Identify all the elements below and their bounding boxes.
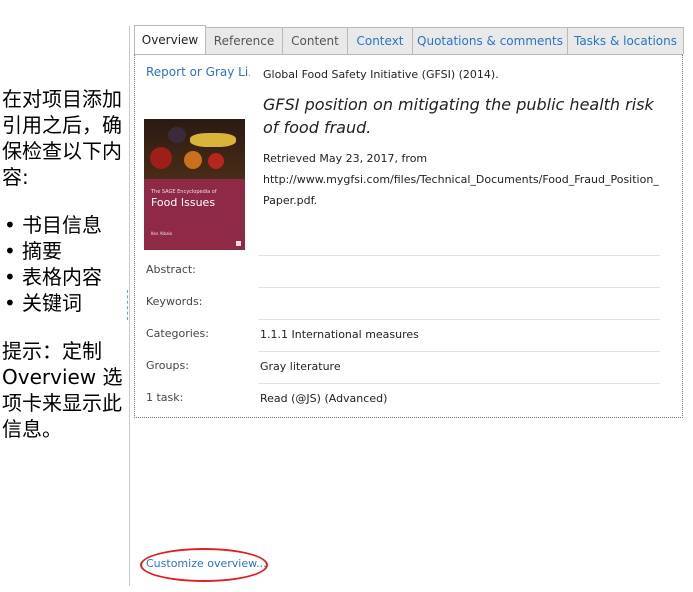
cover-photo xyxy=(144,119,245,179)
annotation-intro: 在对项目添加引用之后，确保检查以下内容: xyxy=(2,87,122,189)
citation: Global Food Safety Initiative (GFSI) (20… xyxy=(263,67,665,211)
field-row: Abstract: xyxy=(135,255,682,287)
annotation-panel: 在对项目添加引用之后，确保检查以下内容: 书目信息 摘要 表格内容 关键词 提示… xyxy=(2,86,126,442)
annotation-item: 表格内容 xyxy=(2,264,126,290)
annotation-item: 摘要 xyxy=(2,238,126,264)
annotation-item: 书目信息 xyxy=(2,212,126,238)
tab-context[interactable]: Context xyxy=(347,27,413,54)
publisher-logo xyxy=(236,241,241,246)
annotation-tip: 提示：定制 Overview 选项卡来显示此信息。 xyxy=(2,339,123,441)
tab-quotations-comments[interactable]: Quotations & comments xyxy=(412,27,568,54)
cover-editor: Ken Albala xyxy=(151,231,173,236)
reference-panel: Overview Reference Content Context Quota… xyxy=(129,25,686,586)
book-cover-image: The SAGE Encyclopedia of Food Issues Ken… xyxy=(144,119,245,250)
citation-author: Global Food Safety Initiative (GFSI) (20… xyxy=(263,68,499,81)
field-value[interactable]: 1.1.1 International measures xyxy=(260,328,419,341)
field-value[interactable]: Gray literature xyxy=(260,360,341,373)
cover-series: The SAGE Encyclopedia of xyxy=(151,189,217,195)
field-value[interactable]: Read (@JS) (Advanced) xyxy=(260,392,387,405)
orange-shape xyxy=(184,151,202,169)
row-divider xyxy=(258,383,660,384)
field-row: Categories: 1.1.1 International measures xyxy=(135,319,682,351)
overview-content: Report or Gray Li... Global Food Safety … xyxy=(134,54,683,418)
annotation-list: 书目信息 摘要 表格内容 关键词 xyxy=(2,212,126,316)
field-row: Groups: Gray literature xyxy=(135,351,682,383)
field-label: Keywords: xyxy=(146,295,203,308)
customize-overview-link[interactable]: Customize overview... xyxy=(146,557,267,570)
grapes-shape xyxy=(168,127,186,143)
field-row: Keywords: xyxy=(135,287,682,319)
row-divider xyxy=(258,351,660,352)
tab-tasks-locations[interactable]: Tasks & locations xyxy=(567,27,684,54)
field-label: Categories: xyxy=(146,327,209,340)
citation-url: http://www.mygfsi.com/files/Technical_Do… xyxy=(263,173,659,207)
field-label: 1 task: xyxy=(146,391,184,404)
tab-overview[interactable]: Overview xyxy=(134,25,206,54)
reference-type-link[interactable]: Report or Gray Li... xyxy=(146,65,250,79)
annotation-item: 关键词 xyxy=(2,290,126,316)
apple-shape xyxy=(150,147,172,169)
tomato-shape xyxy=(208,153,224,169)
citation-retrieved: Retrieved May 23, 2017, from xyxy=(263,152,428,165)
citation-title: GFSI position on mitigating the public h… xyxy=(263,95,654,137)
field-row: 1 task: Read (@JS) (Advanced) xyxy=(135,383,682,415)
banana-shape xyxy=(190,133,236,147)
row-divider xyxy=(258,287,660,288)
cover-title: Food Issues xyxy=(151,196,216,209)
tab-reference[interactable]: Reference xyxy=(205,27,283,54)
field-label: Abstract: xyxy=(146,263,196,276)
tab-content[interactable]: Content xyxy=(282,27,348,54)
tab-bar: Overview Reference Content Context Quota… xyxy=(134,25,686,54)
field-label: Groups: xyxy=(146,359,189,372)
row-divider xyxy=(258,255,660,256)
row-divider xyxy=(258,319,660,320)
